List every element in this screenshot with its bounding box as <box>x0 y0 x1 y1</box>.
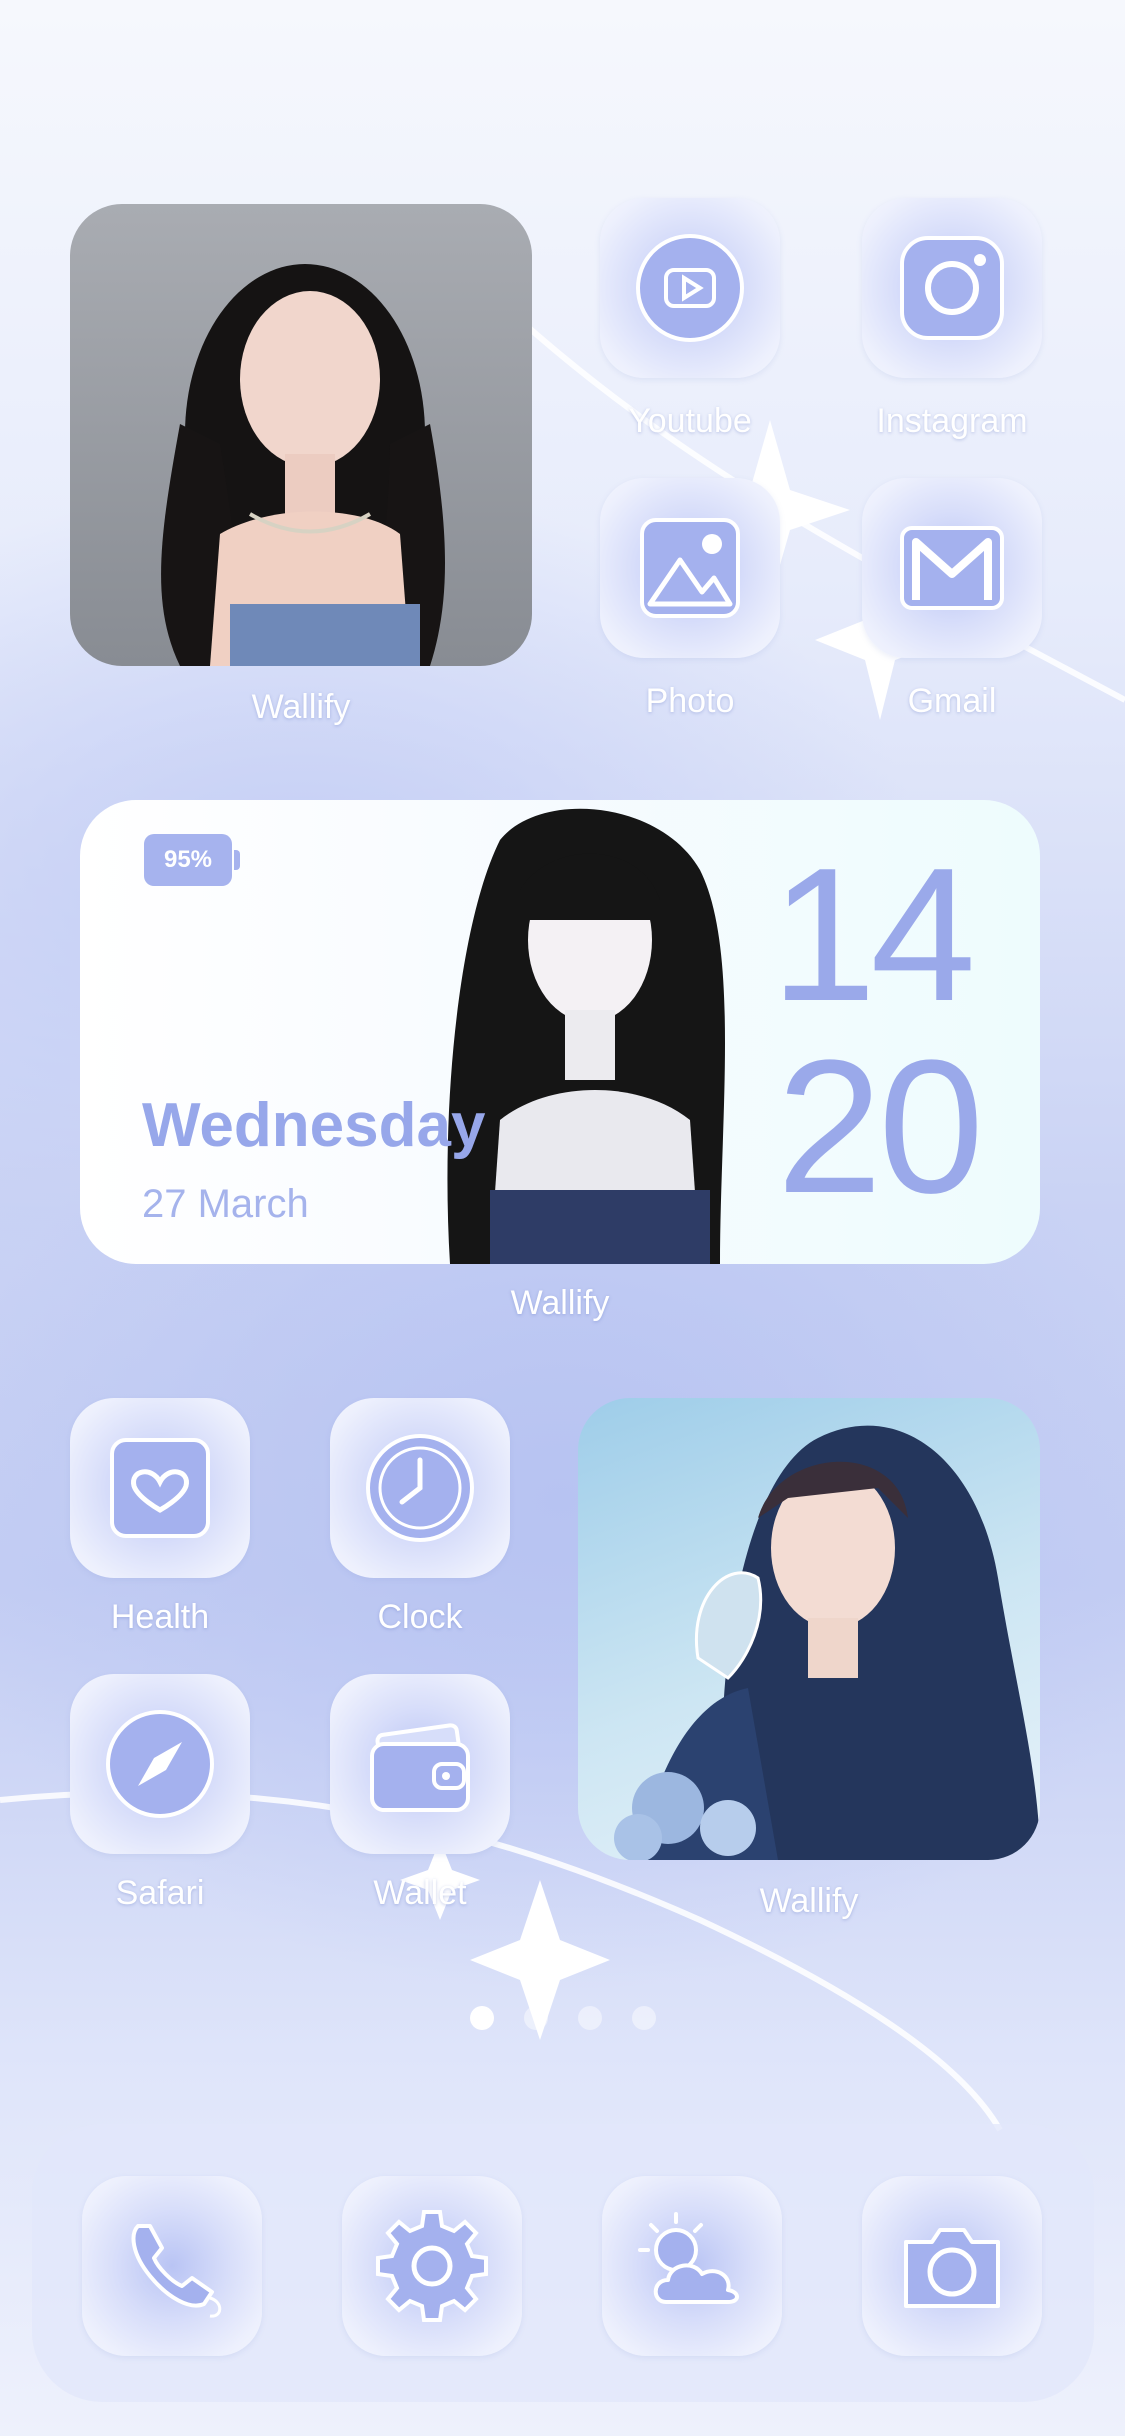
time-minute: 20 <box>776 1021 984 1233</box>
gmail-icon <box>900 526 1004 610</box>
instagram-app[interactable] <box>862 198 1042 378</box>
weather-app[interactable] <box>602 2176 782 2356</box>
instagram-label: Instagram <box>876 402 1028 440</box>
photo-widget-top-label: Wallify <box>251 688 351 726</box>
battery-badge: 95% <box>144 834 240 886</box>
youtube-app[interactable] <box>600 198 780 378</box>
safari-app[interactable] <box>70 1674 250 1854</box>
clock-app[interactable] <box>330 1398 510 1578</box>
instagram-icon <box>900 236 1004 340</box>
youtube-icon <box>636 234 744 342</box>
photo-label: Photo <box>645 682 735 720</box>
youtube-label: Youtube <box>628 402 752 440</box>
gmail-label: Gmail <box>907 682 997 720</box>
camera-app[interactable] <box>862 2176 1042 2356</box>
page-dot-3[interactable] <box>577 2006 602 2030</box>
photo-widget-top[interactable] <box>70 204 532 666</box>
clock-label: Clock <box>377 1598 463 1636</box>
portrait-image <box>614 1425 1040 1860</box>
clock-icon <box>366 1434 474 1542</box>
compass-icon <box>106 1710 214 1818</box>
page-indicator[interactable] <box>0 2006 1125 2030</box>
page-dot-2[interactable] <box>523 2006 548 2030</box>
safari-label: Safari <box>115 1874 205 1912</box>
photo-widget-bottom-label: Wallify <box>759 1882 859 1920</box>
camera-icon <box>904 2228 1000 2308</box>
health-icon <box>110 1438 210 1538</box>
wallet-label: Wallet <box>373 1874 467 1912</box>
phone-app[interactable] <box>82 2176 262 2356</box>
settings-icon <box>376 2210 488 2322</box>
clock-widget-label: Wallify <box>510 1284 610 1322</box>
settings-app[interactable] <box>342 2176 522 2356</box>
photo-widget-bottom[interactable] <box>578 1398 1040 1860</box>
date-text: 27 March <box>142 1182 309 1226</box>
health-label: Health <box>110 1598 210 1636</box>
weekday-text: Wednesday <box>142 1091 486 1160</box>
page-dot-1[interactable] <box>469 2006 494 2030</box>
health-app[interactable] <box>70 1398 250 1578</box>
wallet-app[interactable] <box>330 1674 510 1854</box>
wallet-icon <box>370 1723 470 1812</box>
gmail-app[interactable] <box>862 478 1042 658</box>
phone-icon <box>131 2224 222 2318</box>
weather-icon <box>638 2212 739 2304</box>
time-hour: 14 <box>770 829 976 1041</box>
photo-icon <box>640 518 740 618</box>
page-dot-4[interactable] <box>631 2006 656 2030</box>
clock-calendar-widget[interactable]: 95% Wednesday 27 March 14 20 <box>80 800 1040 1264</box>
portrait-image <box>161 264 445 666</box>
photo-app[interactable] <box>600 478 780 658</box>
